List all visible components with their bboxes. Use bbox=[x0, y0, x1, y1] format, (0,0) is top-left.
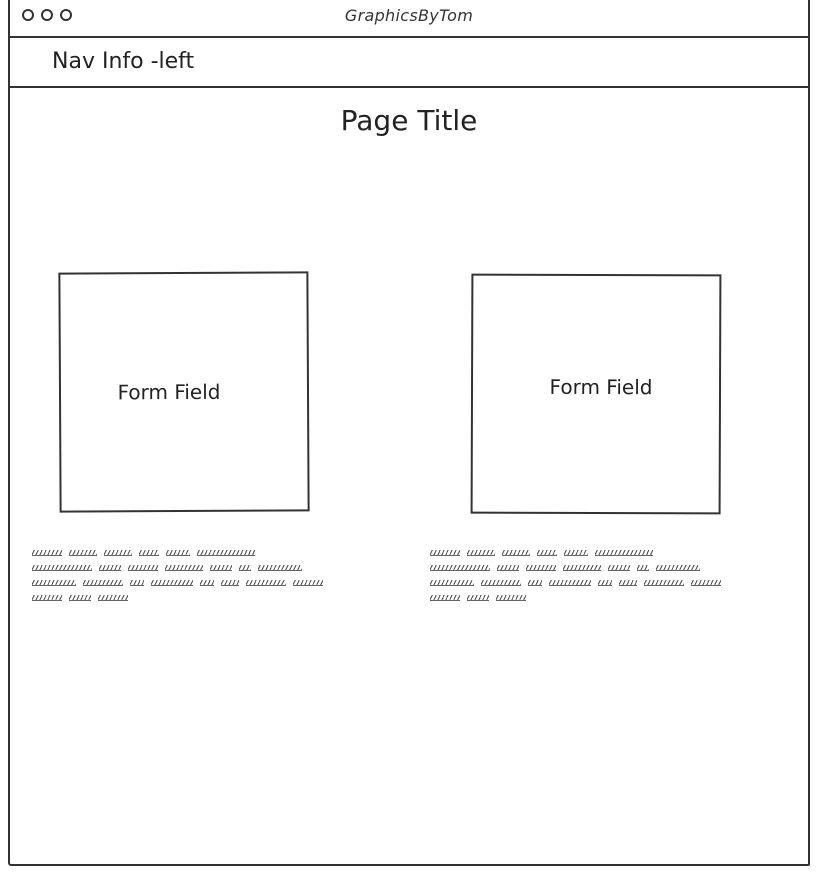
placeholder-text-line bbox=[430, 560, 780, 575]
browser-window: GraphicsByTom Nav Info -left Page Title … bbox=[8, 0, 810, 866]
form-field-label: Form Field bbox=[549, 374, 653, 400]
form-field-left[interactable]: Form Field bbox=[58, 271, 310, 513]
placeholder-text-line bbox=[32, 590, 382, 605]
placeholder-text-line bbox=[32, 575, 382, 590]
placeholder-text-line bbox=[430, 575, 780, 590]
form-field-right[interactable]: Form Field bbox=[470, 273, 722, 515]
placeholder-text-line bbox=[430, 545, 780, 560]
nav-bar: Nav Info -left bbox=[10, 38, 808, 88]
placeholder-text-block-right bbox=[430, 545, 780, 605]
placeholder-text-line bbox=[430, 590, 780, 605]
placeholder-text-line bbox=[32, 560, 382, 575]
title-bar: GraphicsByTom bbox=[10, 0, 808, 38]
placeholder-text-line bbox=[32, 545, 382, 560]
page-title: Page Title bbox=[340, 104, 478, 137]
form-field-label: Form Field bbox=[117, 379, 221, 405]
nav-info-left[interactable]: Nav Info -left bbox=[52, 49, 194, 74]
placeholder-text-block-left bbox=[32, 545, 382, 605]
window-title: GraphicsByTom bbox=[344, 6, 474, 25]
